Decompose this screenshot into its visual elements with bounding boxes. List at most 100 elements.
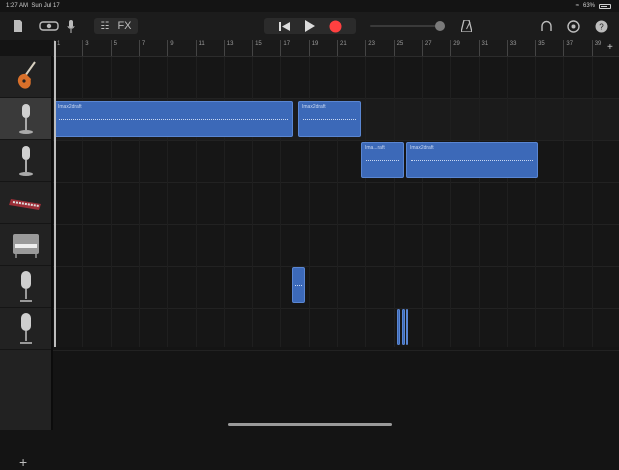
ruler-tick: 27 xyxy=(421,40,432,56)
playhead[interactable] xyxy=(54,41,56,347)
transport-group xyxy=(264,18,356,34)
waveform xyxy=(59,119,288,120)
timeline-ruler[interactable]: 1 3 5 7 9 11 13 15 17 19 21 23 25 27 29 31 33 35 37 39 xyxy=(53,40,619,57)
loop-browser-icon[interactable] xyxy=(539,18,553,34)
ruler-tick-label: 21 xyxy=(340,41,347,47)
ruler-tick-label: 27 xyxy=(424,41,432,47)
status-time: 1:27 AM Sun Jul 17 xyxy=(6,3,60,9)
condenser-mic-icon xyxy=(19,312,32,344)
ruler-tick: 37 xyxy=(563,40,573,56)
region-label: Imax2draft xyxy=(302,104,326,110)
battery-percent: 63% xyxy=(582,3,595,9)
ruler-tick-label: 29 xyxy=(453,41,460,47)
track-lane[interactable] xyxy=(53,309,619,351)
grid-line xyxy=(591,57,593,347)
ruler-tick-label: 5 xyxy=(113,41,117,47)
grid-line xyxy=(506,57,508,347)
ruler-tick-label: 23 xyxy=(368,41,375,47)
ruler-tick: 31 xyxy=(478,40,488,56)
ruler-tick-label: 31 xyxy=(481,41,489,47)
ruler-tick-label: 11 xyxy=(198,41,205,47)
grid-line xyxy=(563,57,565,347)
audio-region[interactable] xyxy=(292,267,305,303)
audio-region[interactable]: Imax2draft xyxy=(298,101,361,137)
ruler-tick: 15 xyxy=(252,40,262,56)
ruler-tick-label: 33 xyxy=(509,41,517,47)
electric-guitar-icon xyxy=(17,60,36,89)
audio-region[interactable]: Imax2draft xyxy=(406,142,538,178)
master-volume-slider[interactable] xyxy=(370,18,450,34)
ruler-tick: 33 xyxy=(506,40,516,56)
ruler-tick-label: 1 xyxy=(57,41,61,47)
ruler-tick: 17 xyxy=(280,40,290,56)
my-songs-icon[interactable] xyxy=(12,18,24,34)
audio-region[interactable] xyxy=(402,309,405,345)
audio-region[interactable]: Imax2draft xyxy=(54,101,293,137)
settings-icon[interactable] xyxy=(566,18,580,34)
browser-view-icon[interactable] xyxy=(38,18,60,34)
toolbar: ☷ FX ? xyxy=(0,12,619,40)
grid-line xyxy=(535,57,537,347)
ruler-tick: 23 xyxy=(365,40,375,56)
track-header-guitar[interactable] xyxy=(0,56,51,98)
ruler-tick: 39 xyxy=(591,40,601,56)
audio-region[interactable] xyxy=(397,309,400,345)
home-indicator xyxy=(228,423,392,426)
ruler-tick-label: 39 xyxy=(594,41,602,47)
ruler-tick: 19 xyxy=(308,40,318,56)
waveform xyxy=(366,160,399,161)
record-icon[interactable] xyxy=(329,20,342,33)
grid-line xyxy=(421,57,423,347)
track-lane[interactable] xyxy=(53,57,619,99)
ruler-tick: 35 xyxy=(535,40,545,56)
ruler-tick: 11 xyxy=(195,40,205,56)
grid-line xyxy=(393,57,395,347)
audio-region[interactable]: Ima...raft xyxy=(361,142,404,178)
ruler-tick-label: 13 xyxy=(226,41,234,47)
condenser-mic-icon xyxy=(19,270,32,302)
ruler-tick: 29 xyxy=(450,40,460,56)
ruler-tick-label: 7 xyxy=(141,41,146,47)
status-right: ≈ 63% xyxy=(576,3,611,9)
ruler-tick-label: 17 xyxy=(283,41,291,47)
fx-button[interactable]: FX xyxy=(117,20,131,32)
ruler-tick: 13 xyxy=(223,40,233,56)
play-icon[interactable] xyxy=(304,20,315,32)
ruler-tick-label: 9 xyxy=(170,41,174,47)
keyboard-icon xyxy=(8,198,41,210)
ruler-tick-label: 37 xyxy=(566,41,574,47)
track-lane[interactable] xyxy=(53,183,619,225)
go-to-beginning-icon[interactable] xyxy=(278,21,290,32)
ruler-tick-label: 19 xyxy=(311,41,319,47)
region-label: Imax2draft xyxy=(58,104,82,110)
region-label: Imax2draft xyxy=(410,145,434,151)
add-track-icon[interactable]: + xyxy=(19,454,27,470)
track-lane[interactable] xyxy=(53,225,619,267)
mixer-icon[interactable]: ☷ xyxy=(100,21,109,32)
track-headers: + xyxy=(0,56,53,470)
track-lane[interactable] xyxy=(53,267,619,309)
ruler-tick-label: 35 xyxy=(538,41,545,47)
region-label: Ima...raft xyxy=(365,145,385,151)
svg-text:?: ? xyxy=(599,22,604,31)
help-icon[interactable]: ? xyxy=(594,18,608,34)
waveform xyxy=(295,285,302,286)
add-section-icon[interactable]: + xyxy=(607,42,613,53)
track-header-mic-1[interactable] xyxy=(0,98,51,140)
ruler-tick: 25 xyxy=(393,40,403,56)
ruler-tick: 9 xyxy=(167,40,174,56)
track-header-mic-4[interactable] xyxy=(0,308,51,350)
microphone-icon xyxy=(18,103,33,134)
ruler-tick: 5 xyxy=(110,40,117,56)
mixer-fx-group: ☷ FX xyxy=(94,18,138,34)
ruler-tick: 3 xyxy=(82,40,89,56)
metronome-icon[interactable] xyxy=(460,18,472,34)
audio-region[interactable] xyxy=(406,309,408,345)
track-header-synth[interactable] xyxy=(0,182,51,224)
microphone-icon[interactable] xyxy=(66,18,76,34)
track-header-piano[interactable] xyxy=(0,224,51,266)
waveform xyxy=(303,119,356,120)
battery-icon xyxy=(599,3,611,9)
track-header-mic-3[interactable] xyxy=(0,266,51,308)
track-header-mic-2[interactable] xyxy=(0,140,51,182)
